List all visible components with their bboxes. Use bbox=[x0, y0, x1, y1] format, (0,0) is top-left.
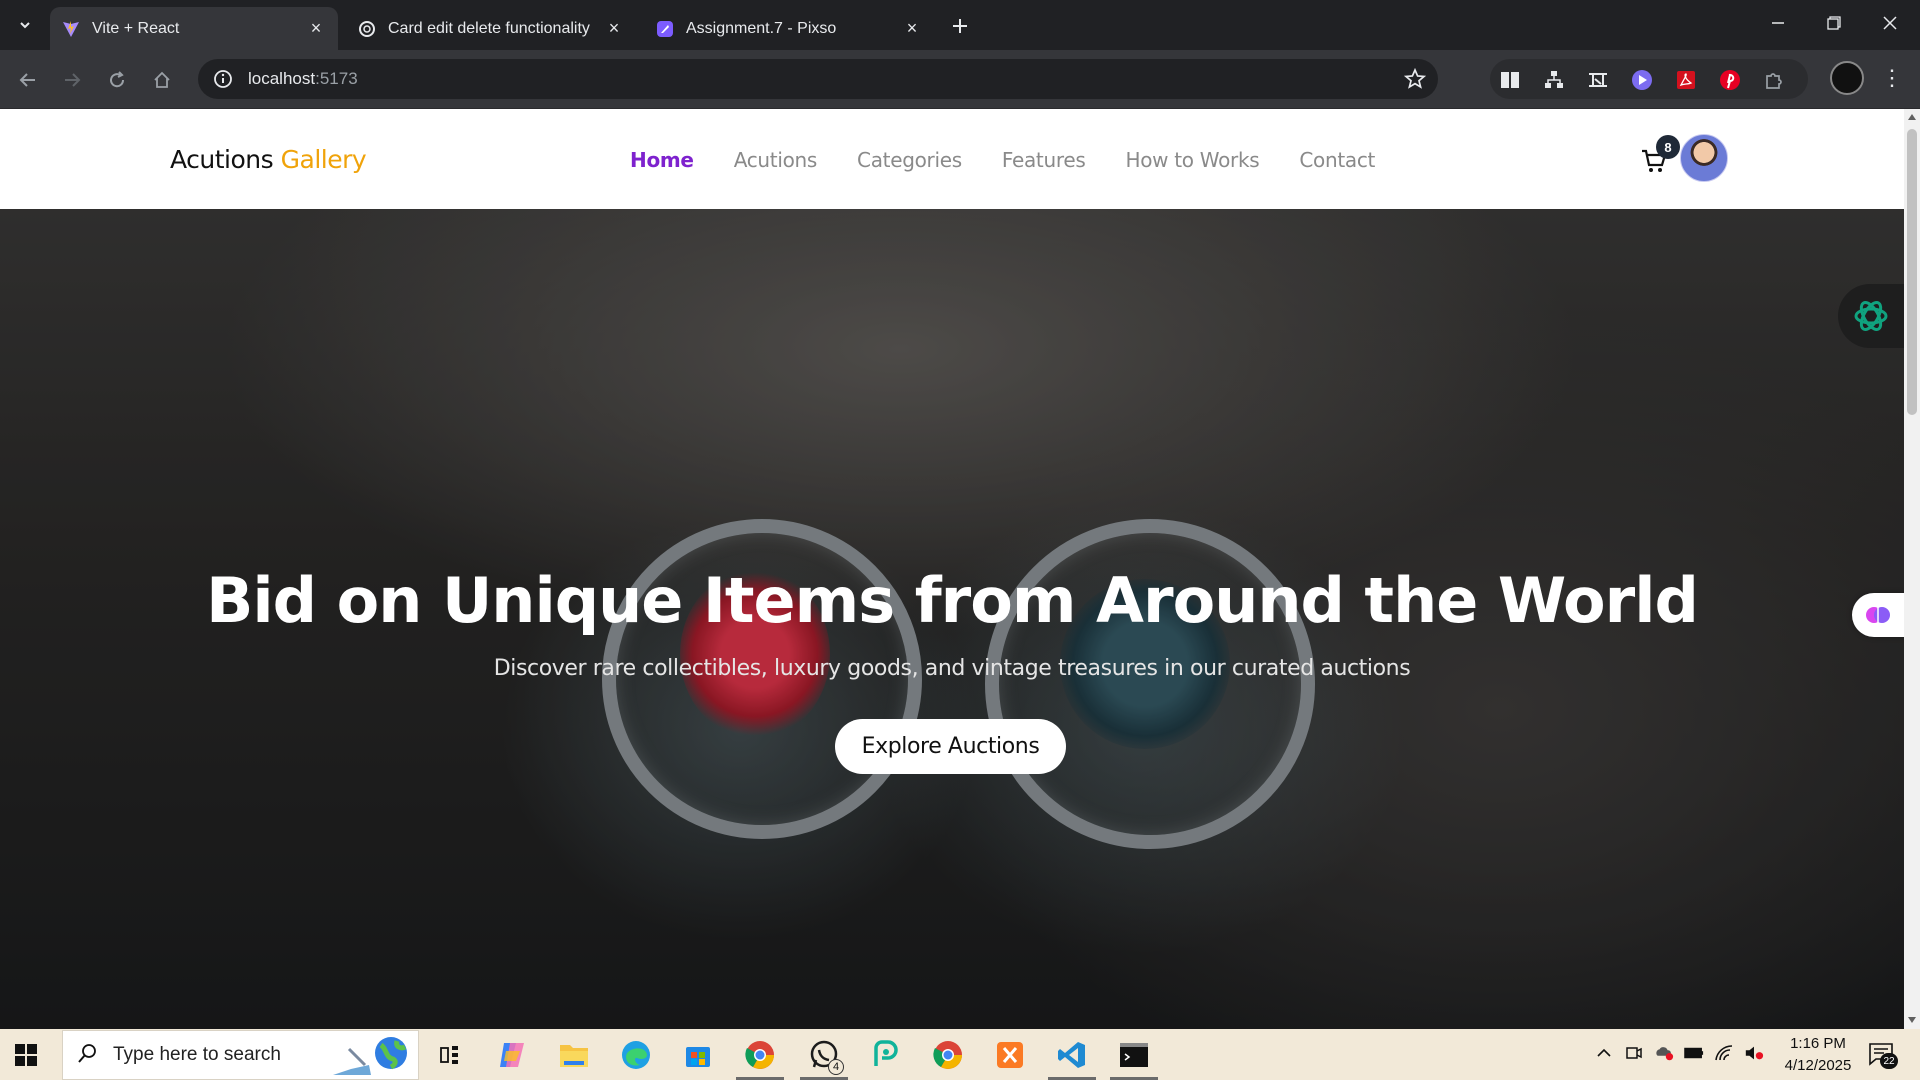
user-avatar[interactable] bbox=[1680, 134, 1728, 182]
site-info-icon[interactable] bbox=[212, 68, 234, 90]
terminal-icon[interactable] bbox=[1116, 1037, 1152, 1073]
minimize-icon[interactable] bbox=[1750, 0, 1806, 46]
forward-arrow-icon[interactable] bbox=[56, 64, 88, 96]
edge-browser-icon[interactable] bbox=[618, 1037, 654, 1073]
onedrive-error-icon[interactable] bbox=[1654, 1043, 1674, 1063]
battery-icon[interactable] bbox=[1684, 1043, 1704, 1063]
vite-logo-icon bbox=[62, 20, 80, 38]
address-bar[interactable]: localhost:5173 bbox=[198, 59, 1438, 99]
tab-title: Vite + React bbox=[92, 19, 180, 37]
wifi-icon[interactable] bbox=[1714, 1043, 1734, 1063]
vscode-icon[interactable] bbox=[1054, 1037, 1090, 1073]
scroll-down-icon[interactable] bbox=[1908, 1017, 1916, 1023]
taskbar-search-box[interactable]: Type here to search bbox=[62, 1030, 419, 1080]
page-viewport: Acutions Gallery Home Acutions Categorie… bbox=[0, 109, 1904, 1029]
hero-title: Bid on Unique Items from Around the Worl… bbox=[206, 564, 1699, 637]
tab-title: Assignment.7 - Pixso bbox=[686, 19, 837, 37]
browser-toolbar: localhost:5173 bbox=[0, 50, 1920, 109]
scroll-up-icon[interactable] bbox=[1908, 114, 1916, 120]
page-scrollbar[interactable] bbox=[1904, 109, 1920, 1029]
home-icon[interactable] bbox=[146, 64, 178, 96]
nav-features[interactable]: Features bbox=[1002, 148, 1086, 172]
nav-auctions[interactable]: Acutions bbox=[734, 148, 818, 172]
nav-how-to-works[interactable]: How to Works bbox=[1125, 148, 1259, 172]
extensions-bar bbox=[1490, 59, 1808, 99]
url-port: :5173 bbox=[315, 69, 358, 88]
microsoft-store-icon[interactable] bbox=[680, 1037, 716, 1073]
nav-categories[interactable]: Categories bbox=[857, 148, 962, 172]
chatgpt-logo-icon bbox=[358, 20, 376, 38]
translate-extension-icon[interactable] bbox=[1586, 68, 1610, 92]
task-view-icon[interactable] bbox=[432, 1037, 468, 1073]
browser-menu-icon[interactable]: ⋮ bbox=[1881, 64, 1903, 92]
browser-tab-strip: Vite + React × Card edit delete function… bbox=[0, 0, 1920, 50]
brain-float-icon[interactable] bbox=[1852, 593, 1904, 637]
file-explorer-icon[interactable] bbox=[556, 1037, 592, 1073]
profile-avatar[interactable] bbox=[1830, 61, 1864, 95]
chrome-profile-icon[interactable] bbox=[930, 1037, 966, 1073]
chrome-icon[interactable] bbox=[742, 1037, 778, 1073]
pdf-extension-icon[interactable] bbox=[1674, 68, 1698, 92]
bookmark-star-icon[interactable] bbox=[1403, 67, 1427, 90]
clock-date: 4/12/2025 bbox=[1784, 1057, 1852, 1074]
hierarchy-extension-icon[interactable] bbox=[1542, 68, 1566, 92]
screen: Vite + React × Card edit delete function… bbox=[0, 0, 1920, 1080]
meet-now-icon[interactable] bbox=[1624, 1043, 1644, 1063]
tab-pixso[interactable]: Assignment.7 - Pixso × bbox=[644, 7, 934, 50]
hero-subtitle: Discover rare collectibles, luxury goods… bbox=[493, 656, 1411, 681]
hero-section: Bid on Unique Items from Around the Worl… bbox=[0, 209, 1904, 1029]
reload-icon[interactable] bbox=[101, 64, 133, 96]
logo-accent-text: Gallery bbox=[280, 145, 367, 174]
copilot-icon[interactable] bbox=[494, 1037, 530, 1073]
search-highlight-globe-icon bbox=[331, 1035, 411, 1080]
scroll-thumb[interactable] bbox=[1907, 129, 1917, 415]
close-icon[interactable]: × bbox=[306, 18, 326, 39]
nav-home[interactable]: Home bbox=[630, 148, 694, 172]
search-icon bbox=[77, 1042, 99, 1069]
tab-card-edit[interactable]: Card edit delete functionality × bbox=[346, 7, 636, 50]
close-icon[interactable]: × bbox=[604, 18, 624, 39]
video-play-extension-icon[interactable] bbox=[1630, 68, 1654, 92]
site-logo[interactable]: Acutions Gallery bbox=[170, 145, 367, 174]
pycharm-p-icon[interactable] bbox=[868, 1037, 904, 1073]
notifications-icon[interactable]: 22 bbox=[1868, 1041, 1898, 1069]
tray-chevron-up-icon[interactable] bbox=[1594, 1043, 1614, 1063]
notification-count-badge: 22 bbox=[1880, 1053, 1898, 1069]
url-host: localhost bbox=[248, 69, 316, 88]
back-arrow-icon[interactable] bbox=[12, 64, 44, 96]
site-navbar: Acutions Gallery Home Acutions Categorie… bbox=[0, 109, 1904, 209]
pixso-logo-icon bbox=[656, 20, 674, 38]
search-placeholder: Type here to search bbox=[113, 1044, 281, 1065]
explore-auctions-button[interactable]: Explore Auctions bbox=[835, 719, 1066, 774]
close-window-icon[interactable] bbox=[1862, 0, 1918, 46]
cart-count-badge: 8 bbox=[1656, 135, 1680, 159]
clock-time: 1:16 PM bbox=[1790, 1035, 1846, 1052]
chatgpt-float-icon[interactable] bbox=[1838, 284, 1904, 348]
main-menu: Home Acutions Categories Features How to… bbox=[630, 148, 1375, 172]
pinterest-icon[interactable] bbox=[1718, 68, 1742, 92]
restore-icon[interactable] bbox=[1806, 0, 1862, 46]
extensions-puzzle-icon[interactable] bbox=[1762, 68, 1786, 92]
nav-contact[interactable]: Contact bbox=[1299, 148, 1375, 172]
whatsapp-badge: 4 bbox=[828, 1059, 844, 1075]
windows-start-icon[interactable] bbox=[14, 1043, 38, 1067]
tab-title: Card edit delete functionality bbox=[388, 19, 590, 37]
tab-search-chevron-icon[interactable] bbox=[10, 10, 40, 40]
xampp-icon[interactable] bbox=[992, 1037, 1028, 1073]
volume-muted-icon[interactable] bbox=[1744, 1043, 1764, 1063]
whatsapp-icon[interactable]: 4 bbox=[806, 1037, 844, 1075]
taskbar-clock[interactable]: 1:16 PM 4/12/2025 bbox=[1774, 1033, 1862, 1077]
url-text: localhost:5173 bbox=[248, 69, 358, 89]
new-tab-plus-icon[interactable] bbox=[946, 12, 974, 40]
windows-taskbar: Type here to search 4 1:16 PM 4/12/2025 … bbox=[0, 1029, 1920, 1080]
close-icon[interactable]: × bbox=[902, 18, 922, 39]
reading-mode-icon[interactable] bbox=[1498, 68, 1522, 92]
tab-vite-react[interactable]: Vite + React × bbox=[50, 7, 338, 50]
logo-main-text: Acutions bbox=[170, 145, 274, 174]
